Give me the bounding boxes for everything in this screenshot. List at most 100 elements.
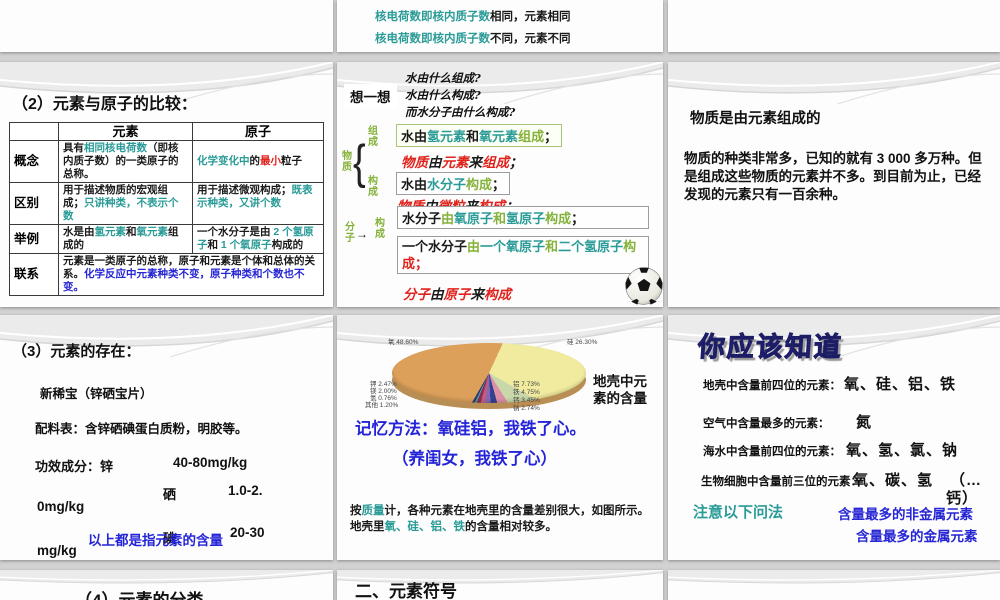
table-cell: 用于描述微观构成；既表示种类，又讲个数 [192,182,324,225]
text-segment: 和 [545,239,559,254]
text-segment: ； [571,211,585,226]
table-row: 区别 用于描述物质的宏观组成；只讲种类，不表示个数 用于描述微观构成；既表示种类… [9,182,324,225]
question-label: 空气中含量最多的元素： [703,418,830,430]
brace-glyph: { [353,136,366,190]
text-segment: 构成 [466,177,493,192]
text-segment: 水分子 [402,211,442,226]
section-title: 二、元素符号 [355,582,457,600]
question-line: 水由什么组成? [405,71,481,85]
row-header: 概念 [9,140,59,183]
slide-element-atom-comparison[interactable]: （2）元素与原子的比较： 元素 原子 概念 具有相同核电荷数（即核内质子数）的一… [0,62,333,307]
question-label: 海水中含量前四位的元素： [703,446,841,458]
text-segment: 的 [249,155,261,167]
section-title: （4）元素的分类 [75,586,203,600]
text-segment: 构成 [484,287,511,303]
table-cell: 具有相同核电荷数（即核内质子数）的一类原子的总称。 [58,140,193,183]
slide-r1c3[interactable] [668,0,1000,52]
text-segment: 和 [207,239,221,251]
mnemonic-line-2: （养闺女，我铁了心） [392,450,557,468]
column-header: 原子 [192,122,324,141]
text-segment: 氢元素 [94,226,127,238]
table-cell: 用于描述物质的宏观组成；只讲种类，不表示个数 [58,182,193,225]
statement-box: 一个水分子由一个氧原子和二个氢原子构成； [397,236,649,274]
text-segment: 物质 [401,155,428,171]
text-segment: ； [509,155,523,171]
pie-label: 硅 26.30% [567,339,598,346]
selenium-value-wrap: 0mg/kg [37,499,85,514]
slide-r1c1[interactable] [0,0,333,52]
element-definition-lines: 核电荷数即核内质子数相同，元素相同 核电荷数即核内质子数不同，元素不同 [375,6,571,50]
answer-text: 氧、氢、氯、钠 [846,442,959,459]
question-line: 水由什么构成? [405,88,481,102]
answer-text: 氮 [856,414,873,431]
statement-box: 水分子由氧原子和氢原子构成； [397,206,649,229]
text-segment: 用于描述微观构成； [197,184,292,196]
text-segment: 原子 [443,287,471,303]
product-name: 新稀宝（锌硒宝片） [40,387,153,401]
attention-item: 含量最多的金属元素 [856,529,978,544]
text-segment: 氧元素 [479,129,519,144]
chart-caption: 地壳中元素的含量 [593,374,647,406]
slide-composition-structure[interactable]: 想一想 水由什么组成? 水由什么构成? 而水分子由什么构成? 物质 { 组成 构… [337,62,663,307]
table-row: 联系 元素是一类原子的总称，原子和元素是个体和总体的关系。化学反应中元素种类不变… [9,253,324,296]
text-segment: 核电荷数即核内质子数 [375,33,490,45]
text-segment: 构 [623,239,637,254]
text-segment: 一个水分子 [402,239,468,254]
slide-r4c3[interactable] [668,570,1000,600]
script-line: 分子由原子来构成 [403,283,511,303]
wordart-title: 你应该知道 [696,332,844,363]
slide-matter-made-of-elements[interactable]: 物质是由元素组成的 物质的种类非常多，已知的就有 3 000 多万种。但是组成这… [668,62,1000,307]
text-segment: 1 个氧原子 [220,239,272,251]
text-segment: 元素 [441,155,469,171]
text-segment: 分子 [403,287,430,303]
text-segment: 核电荷数即核内质子数 [375,11,490,23]
answer-text: 氧、硅、铝、铁 [844,376,957,393]
text-segment: 一个氧原子 [480,239,546,254]
text-segment: 水分子 [427,177,467,192]
text-segment: 一个水分子是由 [197,226,274,238]
text-segment: 由 [467,239,481,254]
table-cell: 水是由氢元素和氧元素组成的 [58,224,193,254]
text-segment: 具有 [63,142,84,154]
text-segment: 组成 [482,155,509,171]
text-segment: 的含量相对较多。 [465,521,557,533]
constitution-label: 构成 [368,176,378,198]
slide-element-symbols[interactable]: 二、元素符号 [337,570,663,600]
text-segment: 组成 [518,129,545,144]
slide-you-should-know[interactable]: 你应该知道 地壳中含量前四位的元素： 氧、硅、铝、铁 空气中含量最多的元素： 氮… [668,315,1000,560]
text-segment: 化学反应中元素种类不变，原子种类和个数也不变。 [63,268,305,293]
column-header: 元素 [58,122,193,141]
text-segment: 水由 [401,129,428,144]
molecule-label: 分子 [345,222,355,244]
slide-element-existence[interactable]: （3）元素的存在： 新稀宝（锌硒宝片） 配料表：含锌硒碘蛋白质粉，明胶等。 功效… [0,315,333,560]
slide-handout-grid: 核电荷数即核内质子数相同，元素相同 核电荷数即核内质子数不同，元素不同 （2）元… [0,0,1000,600]
question-label: 地壳中含量前四位的元素： [703,380,841,392]
section-title: （3）元素的存在： [12,343,141,360]
text-segment: ； [544,129,558,144]
arrow-icon: → [356,227,368,241]
text-segment: 构成 [545,211,572,226]
slide-crust-composition[interactable]: 氧 48.60% 硅 26.30% 铝 7.73% 铁 4.75% 钙 3.45… [337,315,663,560]
corner-cell [9,122,59,141]
definition-line: 核电荷数即核内质子数相同，元素相同 [375,6,571,28]
text-segment: 不同，元素不同 [490,33,571,45]
slide-element-classification[interactable]: （4）元素的分类 [0,570,333,600]
section-title: 物质是由元素组成的 [690,111,821,127]
pie-label: 氧 48.60% [388,339,419,346]
selenium-label: 硒 [163,487,177,502]
slide-r1c2[interactable]: 核电荷数即核内质子数相同，元素相同 核电荷数即核内质子数不同，元素不同 [337,0,663,52]
attention-label: 注意以下问法 [693,504,784,521]
table-header-row: 元素 原子 [9,122,324,141]
iodine-value: 20-30 [230,525,265,540]
text-segment: 和 [466,129,480,144]
crust-note: 按质量计，各种元素在地壳里的含量差别很大，如图所示。地壳里氧、硅、铝、铁的含量相… [350,503,652,535]
matter-label: 物质 [342,151,352,173]
text-segment: 氢原子 [506,211,546,226]
pie-label: 钠 2.74% [513,405,540,412]
text-segment: 氧原子 [454,211,494,226]
body-paragraph: 物质的种类非常多，已知的就有 3 000 多万种。但是组成这些物质的元素并不多。… [684,151,982,202]
ingredients-line: 配料表：含锌硒碘蛋白质粉，明胶等。 [35,422,248,436]
text-segment: 来 [470,287,485,303]
element-content-note: 以上都是指元素的含量 [88,533,223,548]
selenium-value: 1.0-2. [228,483,263,498]
